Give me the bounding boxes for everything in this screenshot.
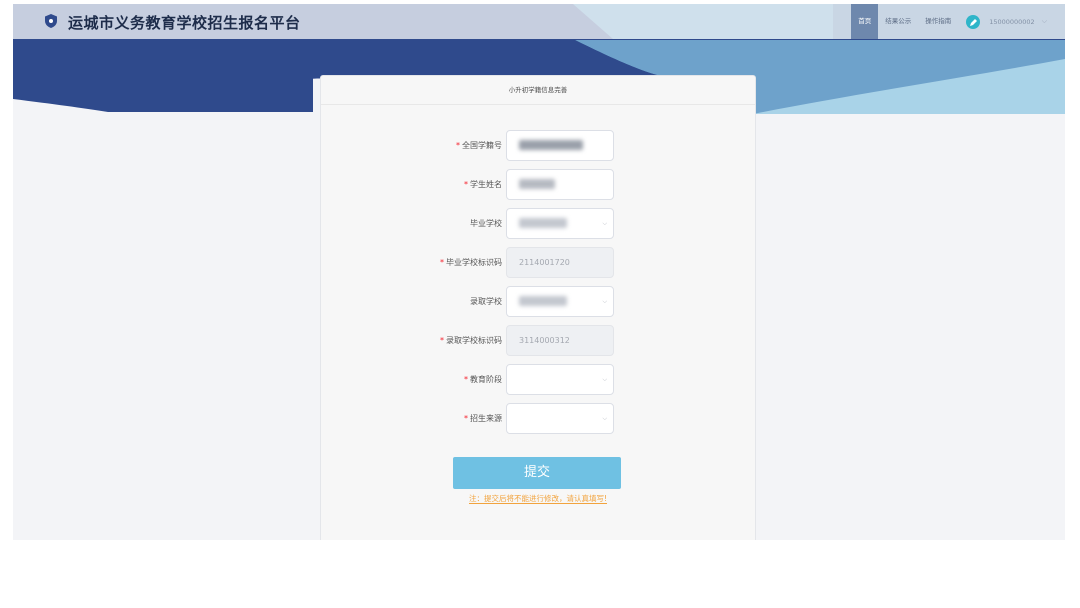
info-form-card: 小升初学籍信息完善 * 全国学籍号 * 学生姓名 毕业学校 ⌵ * 毕业学校标识码 bbox=[320, 75, 756, 540]
chevron-down-icon: ⌵ bbox=[602, 298, 607, 305]
nav-item-results[interactable]: 结果公示 bbox=[878, 4, 918, 39]
redacted-value bbox=[519, 218, 567, 228]
chevron-down-icon: ⌵ bbox=[602, 220, 607, 227]
app-window: 运城市义务教育学校招生报名平台 首页 结果公示 操作指南 15000000002… bbox=[13, 4, 1065, 540]
form-row-education-stage: * 教育阶段 ⌵ bbox=[321, 364, 755, 396]
user-menu[interactable]: 15000000002 ⌵ bbox=[958, 4, 1065, 39]
education-stage-select[interactable]: ⌵ bbox=[506, 364, 614, 395]
required-mark: * bbox=[440, 258, 444, 267]
student-id-input[interactable] bbox=[506, 130, 614, 161]
field-label: * 教育阶段 bbox=[464, 375, 502, 384]
nav-item-guide[interactable]: 操作指南 bbox=[918, 4, 958, 39]
required-mark: * bbox=[456, 141, 460, 150]
required-mark: * bbox=[464, 180, 468, 189]
field-label: * 毕业学校标识码 bbox=[440, 258, 502, 267]
field-label: * 全国学籍号 bbox=[456, 141, 502, 150]
chevron-down-icon[interactable]: ⌵ bbox=[1042, 17, 1047, 26]
field-label: * 学生姓名 bbox=[464, 180, 502, 189]
enrollment-source-select[interactable]: ⌵ bbox=[506, 403, 614, 434]
admission-school-select[interactable]: ⌵ bbox=[506, 286, 614, 317]
field-value: 3114000312 bbox=[519, 336, 570, 345]
admission-school-code-field: 3114000312 bbox=[506, 325, 614, 356]
chevron-down-icon: ⌵ bbox=[602, 415, 607, 422]
form-row-graduation-school-code: * 毕业学校标识码 2114001720 bbox=[321, 247, 755, 279]
submit-button[interactable]: 提交 bbox=[453, 457, 621, 489]
graduation-school-select[interactable]: ⌵ bbox=[506, 208, 614, 239]
field-label: * 录取学校标识码 bbox=[440, 336, 502, 345]
redacted-value bbox=[519, 140, 583, 150]
field-label: * 招生来源 bbox=[464, 414, 502, 423]
form-row-admission-school: 录取学校 ⌵ bbox=[321, 286, 755, 318]
field-label: 毕业学校 bbox=[470, 219, 502, 228]
form-row-admission-school-code: * 录取学校标识码 3114000312 bbox=[321, 325, 755, 357]
site-title: 运城市义务教育学校招生报名平台 bbox=[68, 14, 301, 32]
graduation-school-code-field: 2114001720 bbox=[506, 247, 614, 278]
pencil-icon bbox=[970, 18, 978, 26]
shield-logo-icon bbox=[45, 14, 57, 28]
user-phone: 15000000002 bbox=[989, 17, 1035, 26]
chevron-down-icon: ⌵ bbox=[602, 376, 607, 383]
field-label: 录取学校 bbox=[470, 297, 502, 306]
form-row-enrollment-source: * 招生来源 ⌵ bbox=[321, 403, 755, 435]
required-mark: * bbox=[440, 336, 444, 345]
redacted-value bbox=[519, 179, 555, 189]
submit-notice: 注：提交后将不能进行修改，请认真填写! bbox=[468, 494, 607, 504]
avatar[interactable] bbox=[966, 14, 981, 29]
form-row-student-name: * 学生姓名 bbox=[321, 169, 755, 201]
top-nav: 首页 结果公示 操作指南 15000000002 ⌵ bbox=[851, 4, 1065, 39]
student-name-input[interactable] bbox=[506, 169, 614, 200]
form-row-graduation-school: 毕业学校 ⌵ bbox=[321, 208, 755, 240]
redacted-value bbox=[519, 296, 567, 306]
field-value: 2114001720 bbox=[519, 258, 570, 267]
form-row-student-id: * 全国学籍号 bbox=[321, 130, 755, 162]
required-mark: * bbox=[464, 375, 468, 384]
nav-item-home[interactable]: 首页 bbox=[851, 4, 879, 39]
form-title: 小升初学籍信息完善 bbox=[321, 76, 755, 105]
top-header: 运城市义务教育学校招生报名平台 首页 结果公示 操作指南 15000000002… bbox=[13, 4, 1065, 39]
required-mark: * bbox=[464, 414, 468, 423]
